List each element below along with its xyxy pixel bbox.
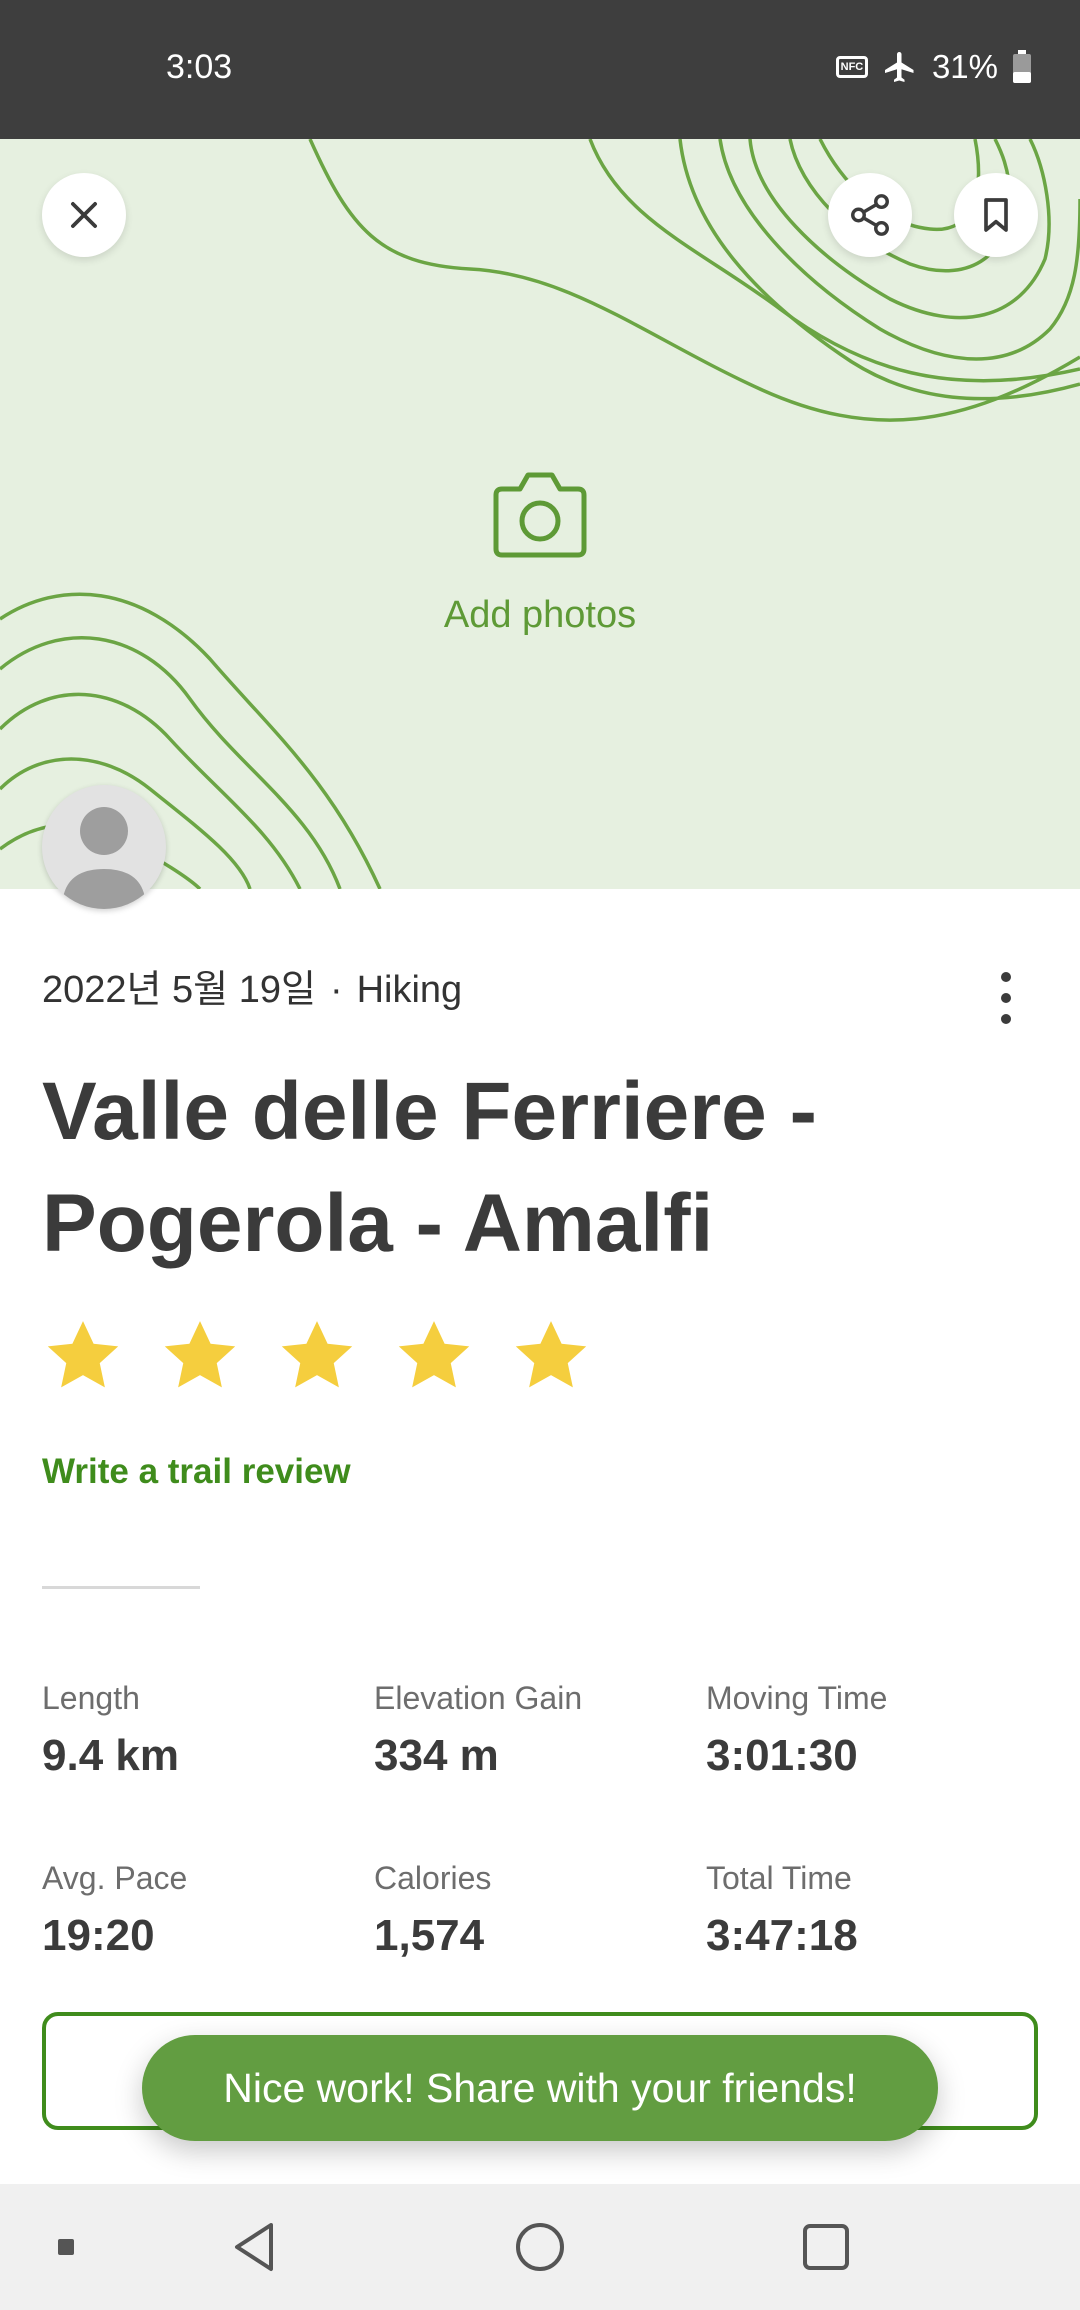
camera-icon[interactable]: [490, 465, 590, 561]
more-dot-icon: [1001, 993, 1011, 1003]
more-dot-icon: [1001, 972, 1011, 982]
stat-value: 9.4 km: [42, 1731, 179, 1780]
close-icon: [71, 202, 97, 228]
stat-value: 334 m: [374, 1731, 499, 1780]
share-toast[interactable]: Nice work! Share with your friends!: [142, 2035, 938, 2141]
star-icon[interactable]: [393, 1315, 475, 1397]
trail-title: Valle delle Ferriere - Pogerola - Amalfi: [42, 1066, 817, 1269]
stat-label: Avg. Pace: [42, 1860, 188, 1896]
stat-calories: Calories 1,574: [374, 1860, 694, 1961]
stat-label: Total Time: [706, 1860, 852, 1896]
write-review-link[interactable]: Write a trail review: [42, 1452, 351, 1492]
battery-percent: 31%: [931, 48, 998, 85]
stat-elevation-gain: Elevation Gain 334 m: [374, 1680, 694, 1781]
back-triangle-icon: [235, 2223, 273, 2271]
cover-photo-area[interactable]: Add photos: [0, 139, 1080, 889]
star-icon[interactable]: [510, 1315, 592, 1397]
star-icon[interactable]: [159, 1315, 241, 1397]
share-button[interactable]: [828, 173, 912, 257]
stat-label: Calories: [374, 1860, 492, 1896]
nav-extra-button[interactable]: [40, 2184, 92, 2310]
divider: [42, 1586, 200, 1589]
activity-date: 2022년 5월 19일: [42, 969, 316, 1011]
status-indicators: NFC 31%: [835, 48, 1032, 86]
add-photos-label[interactable]: Add photos: [0, 594, 1080, 637]
stat-avg-pace: Avg. Pace 19:20: [42, 1860, 362, 1961]
stat-length: Length 9.4 km: [42, 1680, 362, 1781]
bookmark-button[interactable]: [954, 173, 1038, 257]
stat-label: Length: [42, 1680, 140, 1716]
share-icon: [851, 194, 889, 236]
nfc-icon: NFC: [835, 56, 868, 78]
system-navigation-bar: [0, 2184, 1080, 2310]
star-icon[interactable]: [42, 1315, 124, 1397]
more-options-button[interactable]: [990, 972, 1022, 1024]
stat-value: 19:20: [42, 1911, 155, 1960]
status-time: 3:03: [166, 48, 233, 86]
airplane-mode-icon: [884, 52, 914, 82]
stat-value: 3:01:30: [706, 1731, 858, 1780]
recents-square-icon: [803, 2224, 849, 2270]
nav-back-button[interactable]: [215, 2184, 295, 2310]
nav-recents-button[interactable]: [786, 2184, 866, 2310]
stat-moving-time: Moving Time 3:01:30: [706, 1680, 1026, 1781]
nav-home-button[interactable]: [500, 2184, 580, 2310]
user-silhouette-icon: [62, 807, 146, 909]
rating-stars[interactable]: [42, 1315, 592, 1397]
battery-icon: [1013, 50, 1031, 83]
avatar[interactable]: [42, 785, 166, 909]
stat-label: Moving Time: [706, 1680, 888, 1716]
stat-label: Elevation Gain: [374, 1680, 583, 1716]
home-circle-icon: [516, 2223, 564, 2271]
status-bar: 3:03 NFC 31%: [0, 0, 1080, 139]
more-dot-icon: [1001, 1014, 1011, 1024]
bookmark-icon: [984, 198, 1008, 232]
star-icon[interactable]: [276, 1315, 358, 1397]
close-button[interactable]: [42, 173, 126, 257]
meta-separator: ·: [329, 969, 343, 1011]
activity-meta: 2022년 5월 19일 · Hiking: [42, 958, 462, 1013]
stat-value: 1,574: [374, 1911, 485, 1960]
small-square-icon: [58, 2239, 74, 2255]
stat-total-time: Total Time 3:47:18: [706, 1860, 1026, 1961]
stat-value: 3:47:18: [706, 1911, 858, 1960]
activity-type: Hiking: [356, 969, 463, 1011]
